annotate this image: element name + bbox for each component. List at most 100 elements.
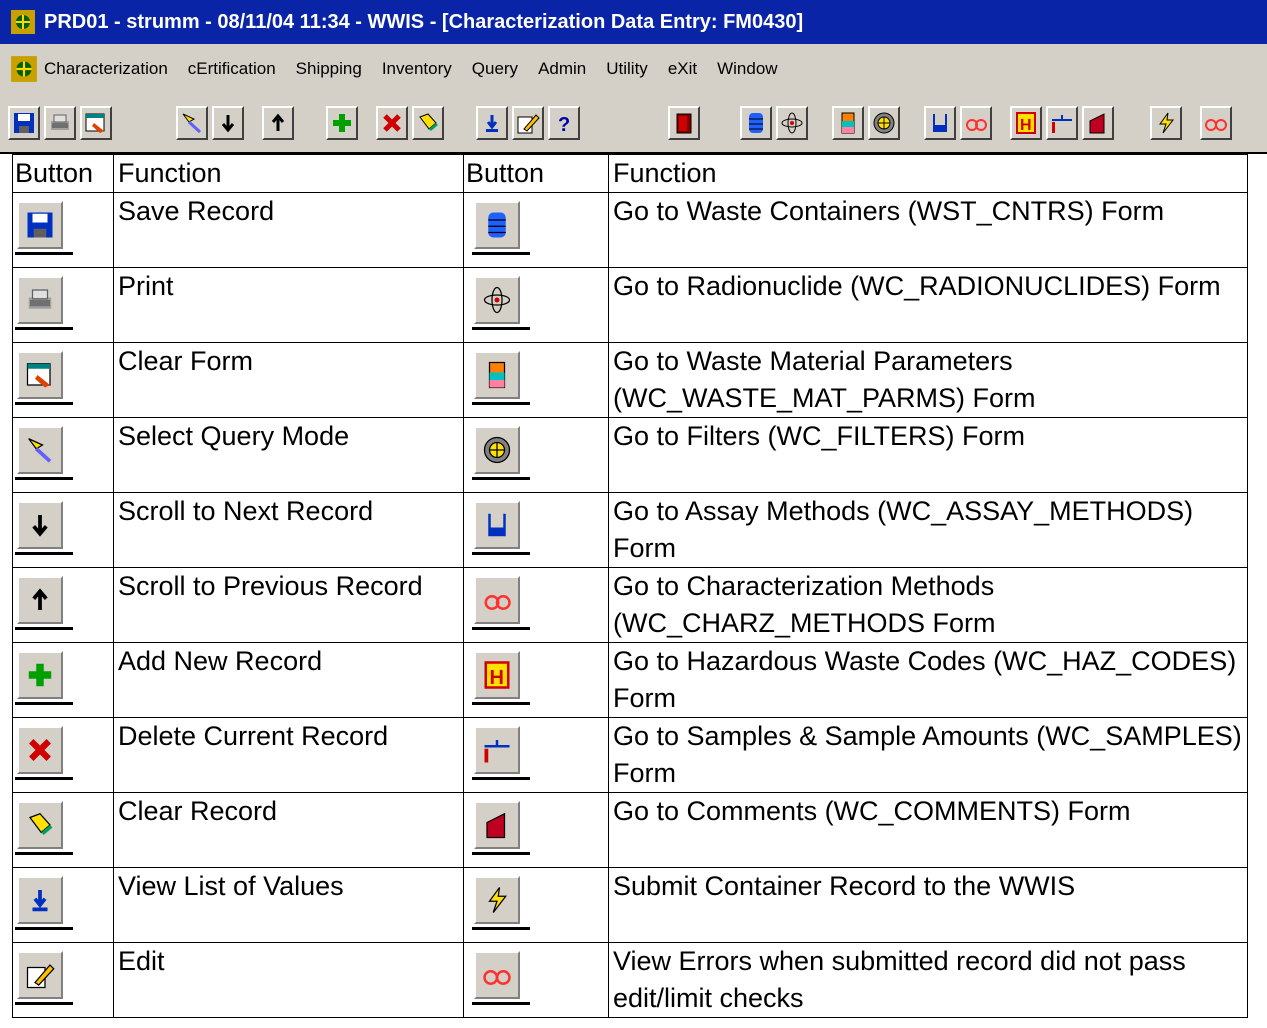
legend-samples-button[interactable]: [472, 726, 530, 780]
legend-save-button[interactable]: [15, 201, 73, 255]
menu-query[interactable]: Query: [472, 59, 518, 79]
function-cell: Go to Waste Material Parameters (WC_WAST…: [608, 342, 1248, 418]
menu-utility[interactable]: Utility: [606, 59, 648, 79]
legend-comments-button[interactable]: [472, 801, 530, 855]
button-cell: [12, 192, 114, 268]
legend-delete-record-button[interactable]: [15, 726, 73, 780]
menu-admin[interactable]: Admin: [538, 59, 586, 79]
legend-add-record-button[interactable]: [15, 651, 73, 705]
toolbar-clear-record-button[interactable]: [412, 106, 444, 140]
function-cell: Scroll to Next Record: [113, 492, 464, 568]
arrow-up-icon: [271, 113, 285, 131]
menu-window[interactable]: Window: [717, 59, 777, 79]
function-cell: Go to Assay Methods (WC_ASSAY_METHODS) F…: [608, 492, 1248, 568]
charz-methods-icon: [966, 119, 987, 131]
toolbar-print-button[interactable]: [44, 106, 76, 140]
legend-haz-codes-button[interactable]: H: [472, 651, 530, 705]
button-cell: [12, 642, 114, 718]
add-record-icon: [28, 663, 52, 687]
legend-query-mode-button[interactable]: [15, 426, 73, 480]
legend-list-of-values-button[interactable]: [15, 876, 73, 930]
table-header-row: Button Function Button Function: [12, 154, 1248, 193]
button-cell: [12, 417, 114, 493]
legend-assay-methods-button[interactable]: [472, 501, 530, 555]
header-button: Button: [12, 154, 114, 193]
button-cell: [463, 417, 609, 493]
toolbar-add-record-button[interactable]: [326, 106, 358, 140]
delete-record-icon: [29, 739, 51, 761]
clear-form-icon: [26, 363, 51, 388]
toolbar-waste-containers-button[interactable]: [740, 106, 772, 140]
query-mode-icon: [182, 113, 202, 134]
window-titlebar[interactable]: PRD01 - strumm - 08/11/04 11:34 - WWIS -…: [0, 0, 1267, 44]
clear-record-icon: [419, 113, 438, 131]
toolbar-delete-record-button[interactable]: [376, 106, 408, 140]
menu-inventory[interactable]: Inventory: [382, 59, 452, 79]
legend-charz-methods-button[interactable]: [472, 576, 530, 630]
legend-filters-button[interactable]: [472, 426, 530, 480]
header-function: Function: [113, 154, 464, 193]
legend-submit-button[interactable]: [472, 876, 530, 930]
svg-text:H: H: [1020, 117, 1032, 134]
toolbar-previous-record-button[interactable]: [262, 106, 294, 140]
save-icon: [14, 113, 34, 133]
toolbar-list-of-values-button[interactable]: [476, 106, 508, 140]
legend-radionuclide-button[interactable]: [472, 276, 530, 330]
legend-clear-record-button[interactable]: [15, 801, 73, 855]
button-cell: [463, 267, 609, 343]
button-cell: H: [463, 642, 609, 718]
toolbar-next-record-button[interactable]: [212, 106, 244, 140]
app-menu-icon[interactable]: [10, 55, 38, 83]
legend-arrow-up-button[interactable]: [15, 576, 73, 630]
toolbar-submit-button[interactable]: [1150, 106, 1182, 140]
toolbar-exit-button[interactable]: [668, 106, 700, 140]
toolbar-save-button[interactable]: [8, 106, 40, 140]
menu-characterization[interactable]: Characterization: [44, 59, 168, 79]
toolbar-haz-codes-button[interactable]: H: [1010, 106, 1042, 140]
legend-arrow-down-button[interactable]: [15, 501, 73, 555]
button-cell: [12, 342, 114, 418]
delete-record-icon: [383, 114, 401, 132]
menu-exit[interactable]: eXit: [668, 59, 697, 79]
table-row: Clear Record Go to Comments (WC_COMMENTS)…: [12, 792, 1248, 868]
assay-methods-icon: [488, 513, 506, 537]
save-icon: [27, 212, 53, 238]
function-cell: Edit: [113, 942, 464, 1018]
arrow-down-icon: [32, 515, 48, 537]
menu-shipping[interactable]: Shipping: [296, 59, 362, 79]
toolbar-filters-button[interactable]: [868, 106, 900, 140]
menu-certification[interactable]: cErtification: [188, 59, 276, 79]
arrow-up-icon: [32, 588, 48, 610]
function-cell: Print: [113, 267, 464, 343]
button-cell: [12, 867, 114, 943]
table-body: Save Record Go to Waste Containers (WST_C…: [12, 192, 1248, 1018]
toolbar: ? H: [0, 94, 1267, 154]
toolbar-view-errors-button[interactable]: [1200, 106, 1232, 140]
legend-waste-containers-button[interactable]: [472, 201, 530, 255]
window-title: PRD01 - strumm - 08/11/04 11:34 - WWIS -…: [44, 10, 804, 33]
legend-waste-material-button[interactable]: [472, 351, 530, 405]
legend-edit-button[interactable]: [15, 951, 73, 1005]
function-cell: Go to Waste Containers (WST_CNTRS) Form: [608, 192, 1248, 268]
toolbar-radionuclide-button[interactable]: [776, 106, 808, 140]
toolbar-charz-methods-button[interactable]: [960, 106, 992, 140]
toolbar-help-button[interactable]: ?: [548, 106, 580, 140]
legend-view-errors-button[interactable]: [472, 951, 530, 1005]
toolbar-comments-button[interactable]: [1082, 106, 1114, 140]
table-row: Add New Record H Go to Hazardous Waste Cod…: [12, 642, 1248, 718]
function-cell: Save Record: [113, 192, 464, 268]
legend-print-button[interactable]: [15, 276, 73, 330]
toolbar-samples-button[interactable]: [1046, 106, 1078, 140]
toolbar-waste-material-button[interactable]: [832, 106, 864, 140]
function-cell: Delete Current Record: [113, 717, 464, 793]
legend-clear-form-button[interactable]: [15, 351, 73, 405]
toolbar-query-mode-button[interactable]: [176, 106, 208, 140]
toolbar-assay-methods-button[interactable]: [924, 106, 956, 140]
table-row: Scroll to Next Record Go to Assay Methods…: [12, 492, 1248, 568]
button-cell: [12, 567, 114, 643]
charz-methods-icon: [484, 595, 511, 610]
toolbar-clear-form-button[interactable]: [80, 106, 112, 140]
svg-text:H: H: [490, 667, 504, 689]
toolbar-edit-button[interactable]: [512, 106, 544, 140]
header-function-2: Function: [608, 154, 1248, 193]
